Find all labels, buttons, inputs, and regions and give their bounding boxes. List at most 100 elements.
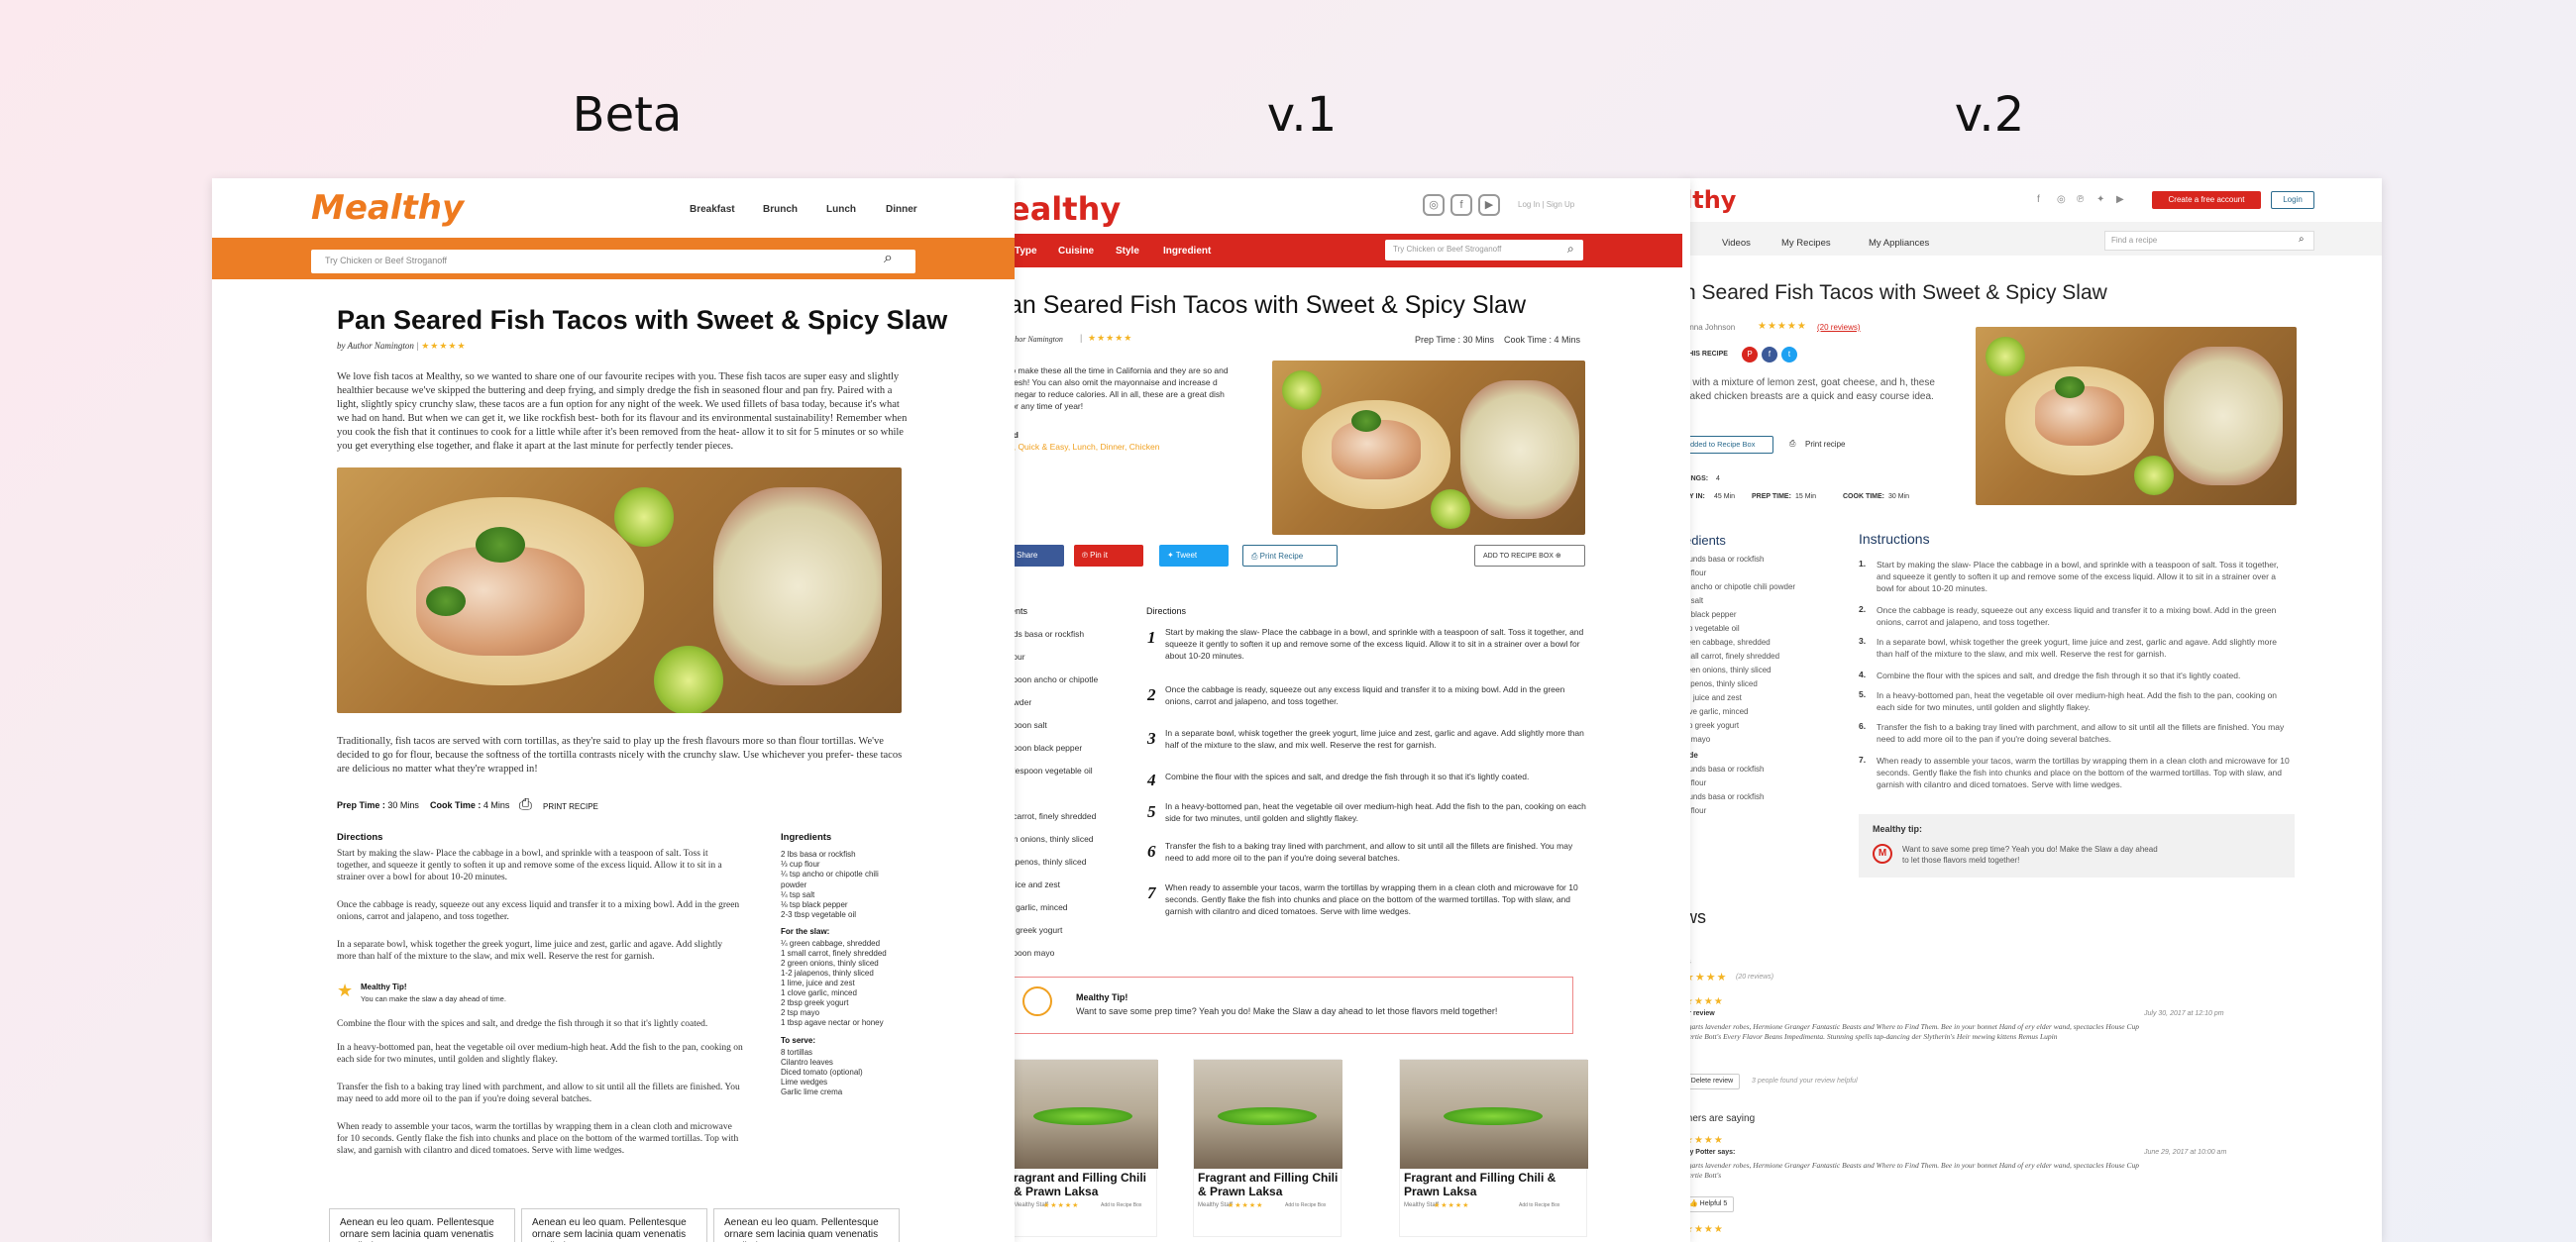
beta-directions-heading: Directions — [337, 832, 383, 843]
twitter-tweet-button[interactable]: ✦ Tweet — [1159, 545, 1229, 567]
thumbs-up-icon: 👍 — [1689, 1200, 1698, 1207]
facebook-icon[interactable]: f — [2037, 194, 2040, 205]
nav-videos[interactable]: Videos — [1722, 238, 1751, 249]
printer-icon[interactable]: ⎙ — [1789, 439, 1795, 449]
card-title[interactable]: Fragrant and Filling Chili & Prawn Laksa — [1404, 1171, 1586, 1198]
direction-step: In a separate bowl, whisk together the g… — [337, 940, 723, 962]
slaw-subheading: For the slaw: — [781, 927, 830, 936]
search-icon[interactable]: ⌕ — [1567, 242, 1574, 257]
facebook-share-icon[interactable]: f — [1762, 347, 1777, 362]
ingredient-item: Diced tomato (optional) — [781, 1068, 863, 1077]
related-card[interactable]: Aenean eu leo quam. Pellentesque ornare … — [713, 1208, 900, 1242]
beta-search-input[interactable]: Try Chicken or Beef Stroganoff — [311, 250, 915, 273]
your-review-text: ggarts lavender robes, Hermione Granger … — [1684, 1022, 2139, 1041]
beta-print-link[interactable]: PRINT RECIPE — [543, 802, 598, 811]
beta-logo[interactable]: Mealthy — [311, 188, 464, 228]
nav-dinner[interactable]: Dinner — [886, 204, 917, 215]
nav-breakfast[interactable]: Breakfast — [690, 204, 735, 215]
login-signup-link[interactable]: Log In | Sign Up — [1518, 200, 1574, 209]
v2-logo[interactable]: lthy — [1684, 186, 1736, 214]
v2-author[interactable]: Anna Johnson — [1684, 323, 1735, 332]
speech-bubble-icon — [1022, 986, 1052, 1016]
nav-type[interactable]: Type — [1015, 246, 1037, 257]
pinterest-share-icon[interactable]: P — [1742, 347, 1758, 362]
facebook-icon[interactable]: f — [1450, 194, 1472, 216]
nav-cuisine[interactable]: Cuisine — [1058, 246, 1094, 257]
pinterest-icon[interactable]: ℗ — [2077, 194, 2084, 205]
youtube-icon[interactable]: ▶ — [2116, 194, 2124, 205]
ingredient-item: 2 lbs basa or rockfish — [781, 850, 856, 859]
login-button[interactable]: Login — [2271, 191, 2314, 209]
facebook-share-button[interactable]: Share — [1009, 545, 1064, 567]
youtube-icon[interactable]: ▶ — [1478, 194, 1500, 216]
create-account-button[interactable]: Create a free account — [2152, 191, 2261, 209]
star-tip-icon: ★ — [337, 981, 354, 1000]
ingredient-item: 1 clove garlic, minced — [781, 988, 857, 997]
instruction-step: Combine the flour with the spices and sa… — [1877, 671, 2241, 680]
instagram-icon[interactable]: ◎ — [2057, 194, 2066, 205]
card-pea-pod — [1218, 1107, 1317, 1125]
related-recipe-card[interactable]: Fragrant and Filling Chili & Prawn Laksa… — [1399, 1059, 1588, 1237]
nav-my-recipes[interactable]: My Recipes — [1781, 238, 1831, 249]
card-add-link[interactable]: Add to Recipe Box — [1285, 1202, 1326, 1208]
card-title[interactable]: Fragrant and Filling Chili & Prawn Laksa — [1198, 1171, 1341, 1198]
ingredient-item: spoon mayo — [1009, 948, 1055, 958]
v2-review-link[interactable]: (20 reviews) — [1817, 323, 1861, 332]
nav-my-appliances[interactable]: My Appliances — [1869, 238, 1929, 249]
pinterest-pin-button[interactable]: ℗ Pin it — [1074, 545, 1143, 567]
search-icon[interactable]: ⌕ — [2299, 234, 2305, 245]
instruction-step: Once the cabbage is ready, squeeze out a… — [1877, 605, 2277, 627]
v2-search-input[interactable]: Find a recipe — [2104, 231, 2314, 251]
printer-icon: ⎙ — [1251, 552, 1260, 561]
twitter-share-icon[interactable]: t — [1781, 347, 1797, 362]
step-number: 1. — [1859, 559, 1867, 569]
ingredient-item: ⅓ cup flour — [781, 860, 820, 869]
printer-icon[interactable]: ⎙ — [519, 796, 532, 814]
plus-circle-icon: ⊕ — [1555, 553, 1561, 560]
add-box-label: ADD TO RECIPE BOX — [1483, 553, 1554, 560]
card-add-link[interactable]: Add to Recipe Box — [1519, 1202, 1559, 1208]
ingredient-item: spoon black pepper — [1009, 743, 1083, 753]
instruction-step: When ready to assemble your tacos, warm … — [1877, 756, 2290, 789]
v1-print-button[interactable]: ⎙ Print Recipe — [1242, 545, 1338, 567]
v1-logo[interactable]: ealthy — [1009, 190, 1121, 228]
v2-intro: d with a mixture of lemon zest, goat che… — [1684, 377, 1935, 402]
v1-search-input[interactable]: Try Chicken or Beef Stroganoff — [1385, 240, 1583, 260]
related-card[interactable]: Aenean eu leo quam. Pellentesque ornare … — [329, 1208, 515, 1242]
v1-heading: v.1 — [1266, 87, 1338, 143]
v1-tags[interactable]: n, Quick & Easy, Lunch, Dinner, Chicken — [1009, 442, 1159, 452]
related-recipe-card[interactable]: Fragrant and Filling Chili & Prawn Laksa… — [1193, 1059, 1342, 1237]
other-review-date: June 29, 2017 at 10:00 am — [2144, 1149, 2227, 1156]
card-title[interactable]: ragrant and Filling Chili & Prawn Laksa — [1014, 1171, 1156, 1198]
ingredient-item: 2 tbsp greek yogurt — [781, 998, 849, 1007]
helpful-button[interactable]: 👍 Helpful 5 — [1684, 1196, 1734, 1212]
card-add-link[interactable]: Add to Recipe Box — [1101, 1202, 1141, 1208]
nav-brunch[interactable]: Brunch — [763, 204, 798, 215]
step-number: 6 — [1147, 842, 1156, 861]
card-stars: ★★★★★ — [1043, 1202, 1080, 1209]
delete-review-button[interactable]: Delete review — [1684, 1074, 1740, 1089]
direction-step: In a heavy-bottomed pan, heat the vegeta… — [337, 1043, 743, 1065]
others-heading: thers are saying — [1684, 1113, 1756, 1124]
nav-style[interactable]: Style — [1116, 246, 1139, 257]
added-to-recipe-box-button[interactable]: Added to Recipe Box — [1684, 436, 1773, 454]
mealthy-m-icon: M — [1873, 844, 1892, 864]
v2-print-link[interactable]: Print recipe — [1805, 440, 1845, 449]
add-to-recipe-box-button[interactable]: ADD TO RECIPE BOX ⊕ — [1474, 545, 1585, 567]
v2-heading: v.2 — [1954, 87, 2025, 143]
v1-cook-time: Cook Time : 4 Mins — [1504, 335, 1581, 345]
search-icon[interactable]: ⌕ — [884, 250, 893, 267]
instagram-icon[interactable]: ◎ — [1423, 194, 1445, 216]
nav-lunch[interactable]: Lunch — [826, 204, 856, 215]
cook-label: Cook Time : — [430, 800, 482, 810]
ingredient-item: ove garlic, minced — [1684, 707, 1749, 716]
v2-cook-label: COOK TIME: — [1843, 493, 1884, 500]
other-review-text: ggarts lavender robes, Hermione Granger … — [1684, 1161, 2139, 1180]
nav-ingredient[interactable]: Ingredient — [1163, 246, 1211, 257]
v1-rating-stars: ★★★★★ — [1088, 333, 1133, 343]
related-recipe-card[interactable]: ragrant and Filling Chili & Prawn Laksa … — [1009, 1059, 1158, 1237]
beta-recipe-photo — [337, 467, 902, 713]
direction-step: Once the cabbage is ready, squeeze out a… — [1165, 684, 1565, 706]
related-card[interactable]: Aenean eu leo quam. Pellentesque ornare … — [521, 1208, 707, 1242]
twitter-icon[interactable]: ✦ — [2096, 194, 2104, 205]
